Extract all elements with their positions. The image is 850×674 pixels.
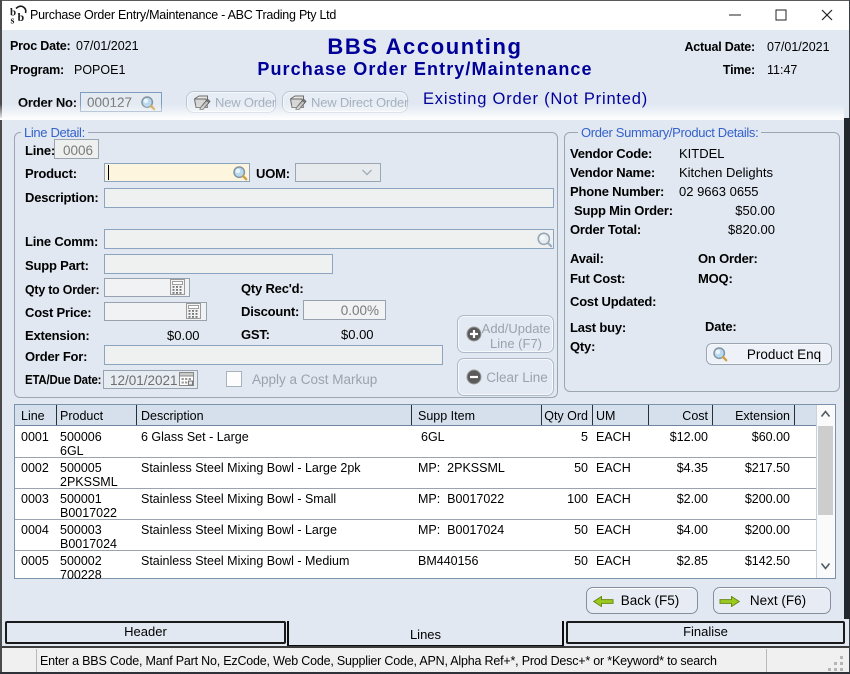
svg-text:b: b <box>18 10 25 24</box>
svg-text:s: s <box>11 16 15 27</box>
